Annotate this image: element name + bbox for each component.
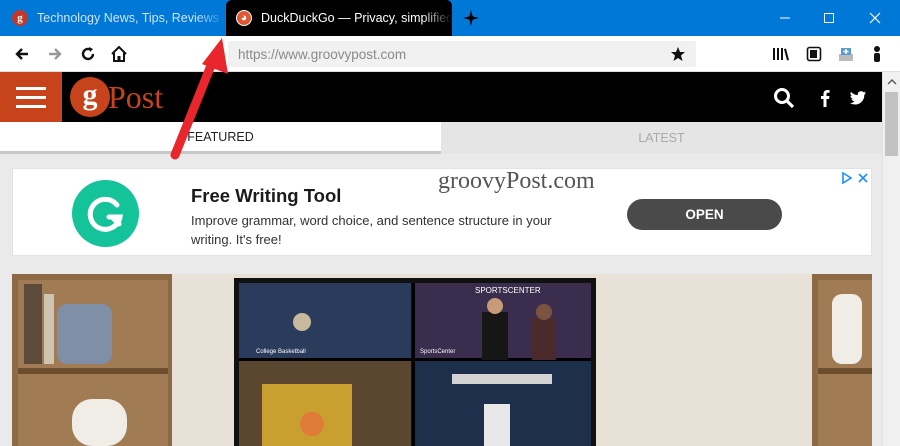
groovypost-favicon-icon: g	[12, 10, 28, 26]
menu-line	[16, 95, 46, 99]
ad-open-button[interactable]: OPEN	[627, 199, 782, 230]
screenshot-extension-icon	[839, 48, 853, 61]
reader-view-button[interactable]	[804, 44, 824, 64]
home-icon	[111, 45, 127, 62]
screen-label: SPORTSCENTER	[475, 286, 541, 295]
ad-choices[interactable]	[841, 171, 871, 185]
back-button[interactable]	[12, 44, 32, 64]
page-content: g Post FEATURED LATEST Free Writing Tool…	[0, 72, 882, 446]
menu-line	[16, 104, 46, 108]
scrollbar-thumb[interactable]	[885, 92, 898, 156]
scroll-up-button[interactable]	[883, 74, 900, 90]
grammarly-g-icon	[87, 196, 123, 232]
address-bar[interactable]: https://www.groovypost.com	[228, 41, 696, 67]
sparkle-plus-icon	[463, 10, 479, 26]
reload-button[interactable]	[78, 44, 98, 64]
ad-title[interactable]: Free Writing Tool	[191, 185, 341, 207]
star-icon	[671, 47, 685, 61]
new-tab-button[interactable]	[462, 9, 480, 27]
close-button[interactable]	[852, 0, 898, 36]
site-logo[interactable]: g Post	[70, 75, 163, 119]
sidebar-icon	[806, 46, 822, 62]
tab-latest[interactable]: LATEST	[441, 122, 882, 154]
article-hero-image[interactable]: SPORTSCENTER College Basketball SportsCe…	[12, 274, 872, 446]
reload-icon	[81, 47, 95, 61]
twitter-icon	[850, 91, 866, 105]
watermark-text: groovyPost.com	[438, 168, 595, 194]
vertical-scrollbar[interactable]	[882, 72, 900, 446]
logo-mark: g	[70, 77, 110, 117]
home-button[interactable]	[109, 44, 129, 64]
tab-featured[interactable]: FEATURED	[0, 122, 441, 154]
close-ad-icon	[858, 173, 868, 183]
logo-text: Post	[108, 78, 164, 115]
browser-window: g Technology News, Tips, Reviews ◕ DuckD…	[0, 0, 900, 446]
bookmark-star-button[interactable]	[668, 44, 688, 64]
forward-arrow-icon	[49, 48, 62, 60]
screen-label: College Basketball	[256, 349, 306, 355]
tab-title: Technology News, Tips, Reviews	[37, 11, 220, 25]
hamburger-menu-button[interactable]	[0, 72, 62, 122]
maximize-icon	[824, 13, 834, 23]
library-icon	[773, 48, 789, 61]
minimize-icon	[780, 17, 790, 19]
twitter-link[interactable]	[847, 87, 869, 109]
search-icon	[774, 88, 795, 109]
url-text[interactable]: https://www.groovypost.com	[238, 47, 406, 62]
search-button[interactable]	[773, 87, 795, 109]
extension-button[interactable]	[836, 44, 856, 64]
person-icon	[874, 46, 880, 62]
grammarly-logo-icon	[72, 180, 139, 247]
maximize-button[interactable]	[806, 0, 852, 36]
duckduckgo-favicon-icon: ◕	[236, 10, 252, 26]
menu-line	[16, 86, 46, 90]
account-button[interactable]	[867, 44, 887, 64]
forward-button[interactable]	[45, 44, 65, 64]
living-room-tv-photo: SPORTSCENTER College Basketball SportsCe…	[12, 274, 872, 446]
close-icon	[869, 12, 881, 24]
adchoices-icon	[842, 172, 853, 184]
site-header: g Post	[0, 72, 882, 122]
navigation-toolbar: https://www.groovypost.com	[0, 36, 900, 72]
tab-duckduckgo[interactable]: ◕ DuckDuckGo — Privacy, simplified	[226, 0, 452, 36]
facebook-link[interactable]	[814, 87, 836, 109]
library-button[interactable]	[771, 44, 791, 64]
facebook-icon	[821, 90, 830, 107]
back-arrow-icon	[15, 48, 28, 60]
title-bar: g Technology News, Tips, Reviews ◕ DuckD…	[0, 0, 900, 36]
chevron-up-icon	[887, 79, 897, 85]
tab-groovypost[interactable]: g Technology News, Tips, Reviews	[0, 0, 226, 36]
minimize-button[interactable]	[762, 0, 808, 36]
screen-label: SportsCenter	[420, 349, 455, 355]
section-tabs: FEATURED LATEST	[0, 122, 882, 154]
ad-description: Improve grammar, word choice, and senten…	[191, 213, 552, 247]
